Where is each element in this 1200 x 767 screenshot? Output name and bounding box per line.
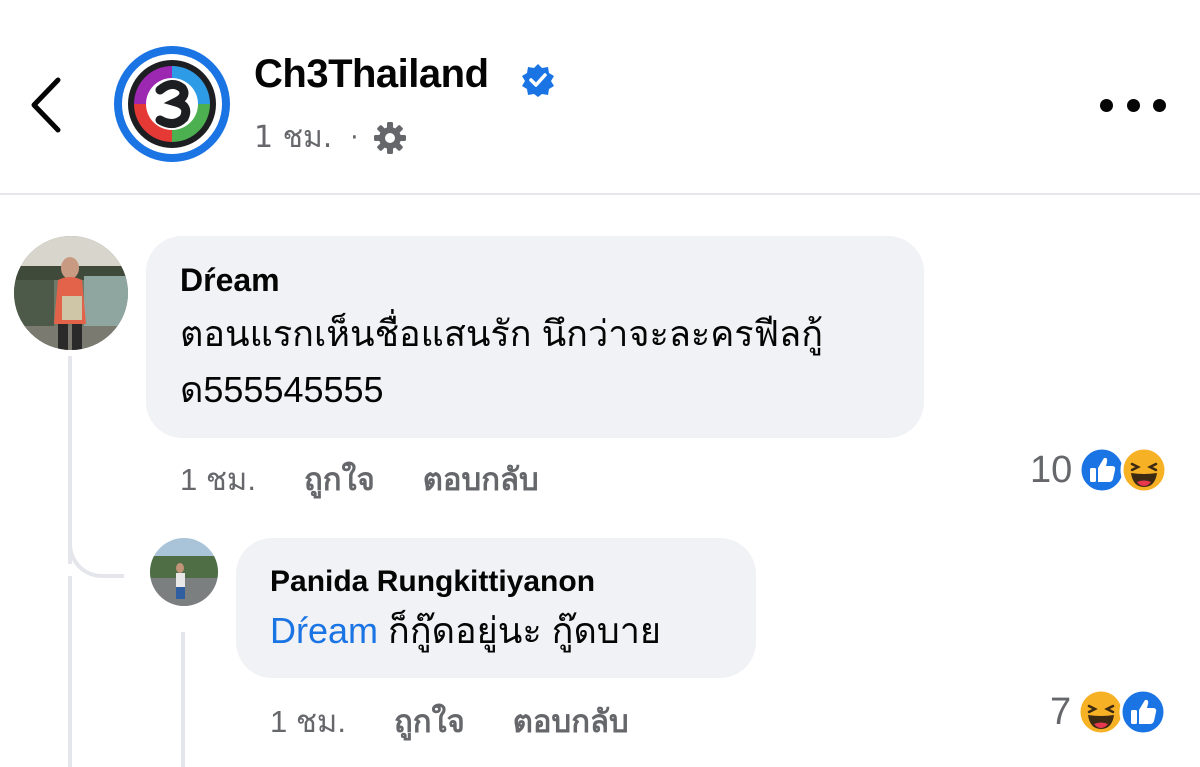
thread-line [181,632,185,767]
reply-button[interactable]: ตอบกลับ [423,454,539,504]
post-time: 1 ชม. [254,120,333,155]
reaction-count: 10 [1030,448,1073,491]
avatar-photo [14,236,128,350]
more-dot-icon [1153,98,1166,112]
comment-text: Dŕeam ก็กู๊ดอยู่นะ กู๊ดบาย [270,606,722,656]
thread-connector [68,530,124,578]
comment-text-line: ตอนแรกเห็นชื่อแสนรัก นึกว่าจะละครฟีลกู้ [180,313,823,354]
comment-text-body: ก็กู๊ดอยู่นะ กู๊ดบาย [378,610,662,651]
post-header: Ch3Thailand 1 ชม. · [0,0,1200,194]
avatar-photo [150,538,218,606]
more-options-button[interactable] [1100,90,1166,120]
gear-icon [373,121,406,154]
mention-link[interactable]: Dŕeam [270,610,378,651]
reaction-summary[interactable]: 7 [1050,688,1167,736]
reaction-count: 7 [1050,690,1072,733]
verified-badge-icon [522,64,554,97]
like-icon [1078,446,1126,494]
back-button[interactable] [28,70,72,140]
comment-actions: 1 ชม. ถูกใจ ตอบกลับ [270,696,629,746]
commenter-avatar[interactable] [14,236,128,350]
comment-author[interactable]: Dŕeam [180,262,890,298]
channel-3-logo [116,48,228,160]
comment-author[interactable]: Panida Rungkittiyanon [270,564,722,600]
more-dot-icon [1126,98,1140,112]
reply-button[interactable]: ตอบกลับ [513,696,629,746]
like-button[interactable]: ถูกใจ [394,696,465,746]
meta-separator: · [350,122,359,153]
more-dot-icon [1100,98,1113,112]
reaction-summary[interactable]: 10 [1030,446,1168,494]
chevron-left-icon [31,77,61,133]
post-meta: 1 ชม. · [254,114,407,161]
like-button[interactable]: ถูกใจ [304,454,375,504]
haha-icon [1120,446,1168,494]
comment-time: 1 ชม. [270,704,346,739]
commenter-avatar[interactable] [150,538,218,606]
like-icon [1119,688,1167,736]
reply-bubble: Panida Rungkittiyanon Dŕeam ก็กู๊ดอยู่นะ… [236,538,756,678]
thread-line [68,576,72,767]
comment-text-line: ด555545555 [180,369,384,410]
haha-icon [1077,688,1125,736]
comment-text: ตอนแรกเห็นชื่อแสนรัก นึกว่าจะละครฟีลกู้ … [180,306,890,418]
comment-time: 1 ชม. [180,462,256,497]
page-name[interactable]: Ch3Thailand [254,52,489,97]
page-avatar[interactable] [114,46,230,162]
header-divider [0,193,1200,195]
comment-actions: 1 ชม. ถูกใจ ตอบกลับ [180,454,539,504]
comment-bubble: Dŕeam ตอนแรกเห็นชื่อแสนรัก นึกว่าจะละครฟ… [146,236,924,438]
